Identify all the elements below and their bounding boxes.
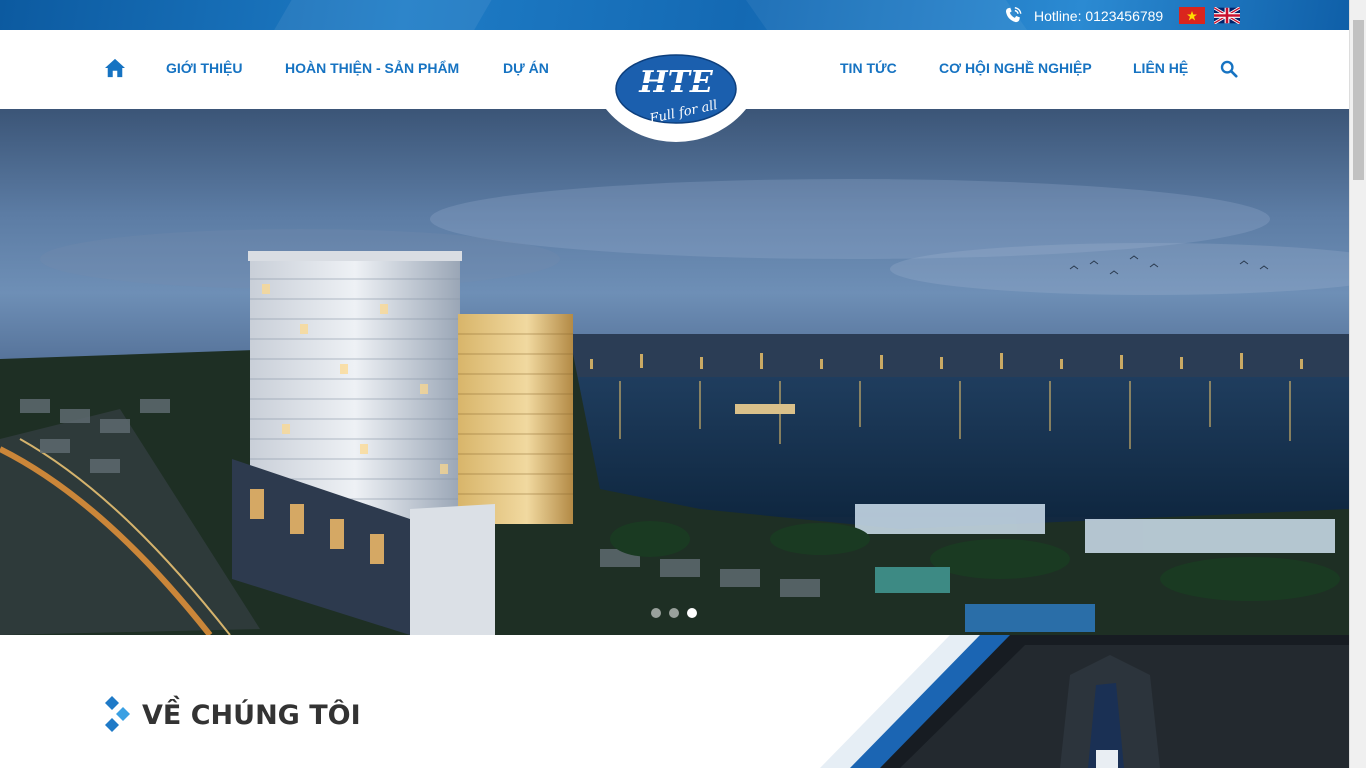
- scrollbar-thumb[interactable]: [1353, 20, 1364, 180]
- uk-flag-icon[interactable]: [1214, 7, 1240, 24]
- logo[interactable]: HTE Full for all: [614, 54, 738, 124]
- hero-image: [0, 179, 1349, 635]
- home-icon[interactable]: [104, 58, 126, 78]
- nav-item-gioi-thieu[interactable]: GIỚI THIỆU: [166, 60, 243, 76]
- slider-dot-2[interactable]: [669, 608, 679, 618]
- nav-item-du-an[interactable]: DỰ ÁN: [503, 60, 549, 76]
- top-bar: Hotline: 0123456789: [0, 0, 1349, 30]
- vietnam-flag-icon[interactable]: [1179, 7, 1205, 24]
- slider-dots: [651, 608, 697, 618]
- nav-item-co-hoi-nghe-nghiep[interactable]: CƠ HỘI NGHỀ NGHIỆP: [939, 60, 1092, 76]
- phone-icon: [1006, 7, 1022, 23]
- about-image: [820, 635, 1349, 768]
- hero-slider[interactable]: [0, 109, 1349, 635]
- hotline[interactable]: Hotline: 0123456789: [1002, 5, 1163, 27]
- about-title: VỀ CHÚNG TÔI: [142, 700, 361, 731]
- page: Hotline: 0123456789 GIỚI THIỆU HOÀN THIỆ…: [0, 0, 1366, 768]
- slider-dot-1[interactable]: [651, 608, 661, 618]
- logo-mark: HTE: [638, 65, 714, 100]
- slider-dot-3[interactable]: [687, 608, 697, 618]
- diamond-icon: [105, 696, 130, 732]
- nav-item-hoan-thien-san-pham[interactable]: HOÀN THIỆN - SẢN PHẨM: [285, 60, 459, 76]
- search-icon[interactable]: [1220, 60, 1238, 78]
- nav-item-tin-tuc[interactable]: TIN TỨC: [840, 60, 897, 76]
- star-icon: [1187, 10, 1197, 20]
- page-scrollbar[interactable]: [1349, 0, 1366, 768]
- nav-item-lien-he[interactable]: LIÊN HỆ: [1133, 60, 1188, 76]
- hotline-text: Hotline: 0123456789: [1034, 8, 1164, 24]
